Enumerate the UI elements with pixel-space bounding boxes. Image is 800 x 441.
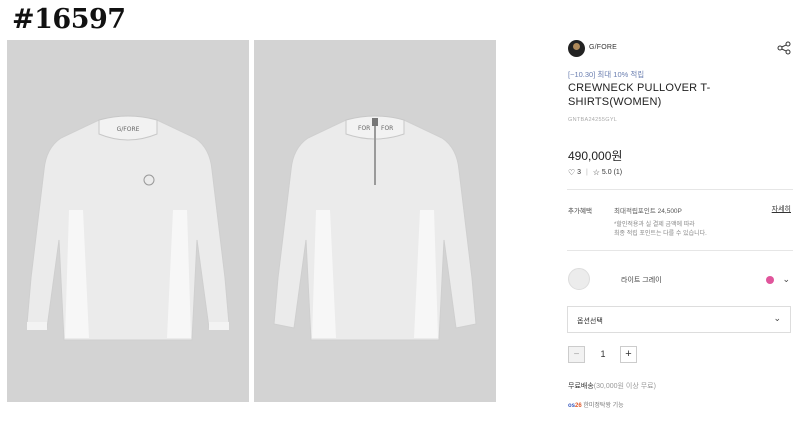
color-name: 라이트 그레이	[621, 277, 662, 284]
front-garment-illustration: G/FORE	[26, 115, 230, 341]
option-select-label: 옵션선택	[577, 318, 603, 325]
logistics-badge: os26	[568, 403, 582, 409]
benefit-note-line2: 최종 적립 포인트는 다를 수 있습니다.	[614, 230, 707, 237]
product-code: GNTBA24255GYL	[568, 117, 618, 123]
like-count: 3	[577, 169, 582, 176]
quantity-value[interactable]: 1	[597, 349, 609, 359]
color-selector[interactable]: 라이트 그레이 ⌄	[567, 266, 793, 292]
product-stats: ♡ 3 | ☆ 5.0 (1)	[568, 168, 623, 177]
chevron-down-icon: ⌄	[773, 313, 781, 323]
heart-icon[interactable]: ♡	[568, 168, 575, 177]
color-swatch[interactable]	[568, 268, 590, 290]
benefit-points: 최대적립포인트 24,500P	[614, 208, 682, 215]
product-title: CREWNECK PULLOVER T-SHIRTS(WOMEN)	[568, 82, 711, 108]
benefit-label: 추가혜택	[568, 208, 592, 215]
back-garment-illustration: FOR FOR	[273, 115, 477, 341]
rating-value: 5.0	[601, 169, 612, 176]
product-image-back[interactable]: FOR FOR	[254, 40, 496, 402]
benefit-detail-link[interactable]: 자세히	[772, 204, 791, 214]
promo-text: [~10.30] 최대 10% 적립	[568, 70, 645, 79]
shipping-label: 무료배송	[568, 383, 594, 390]
star-icon: ☆	[592, 168, 600, 177]
color-dot[interactable]	[766, 276, 774, 284]
divider	[567, 189, 793, 190]
chevron-down-icon[interactable]: ⌄	[782, 274, 790, 285]
overlay-id-label: #16597	[12, 4, 126, 35]
logistics-text: 한미정탁왕 기능	[583, 403, 624, 409]
brand-name[interactable]: G/FORE	[589, 44, 617, 51]
option-select[interactable]: 옵션선택 ⌄	[567, 306, 791, 333]
collar-print-back-2: FOR	[381, 125, 393, 132]
logistics-info: os26 한미정탁왕 기능	[568, 400, 624, 409]
quantity-increase-button[interactable]: +	[620, 346, 637, 363]
collar-print-back: FOR	[358, 125, 370, 132]
benefit-note: *할인적용과 실 결제 금액에 따라 최종 적립 포인트는 다를 수 있습니다.	[614, 221, 744, 238]
share-icon[interactable]	[777, 41, 791, 55]
collar-print: G/FORE	[117, 126, 140, 133]
review-count[interactable]: (1)	[614, 169, 623, 176]
product-image-front[interactable]: G/FORE	[7, 40, 249, 402]
brand-logo[interactable]	[568, 40, 585, 57]
quantity-decrease-button[interactable]: −	[568, 346, 585, 363]
shipping-detail: (30,000원 이상 무료)	[593, 383, 656, 390]
shipping-info: 무료배송(30,000원 이상 무료)	[568, 381, 656, 391]
brand-row: G/FORE	[567, 38, 793, 60]
benefit-note-line1: *할인적용과 실 결제 금액에 따라	[614, 222, 695, 228]
product-price: 490,000원	[568, 149, 623, 163]
divider	[567, 250, 793, 251]
